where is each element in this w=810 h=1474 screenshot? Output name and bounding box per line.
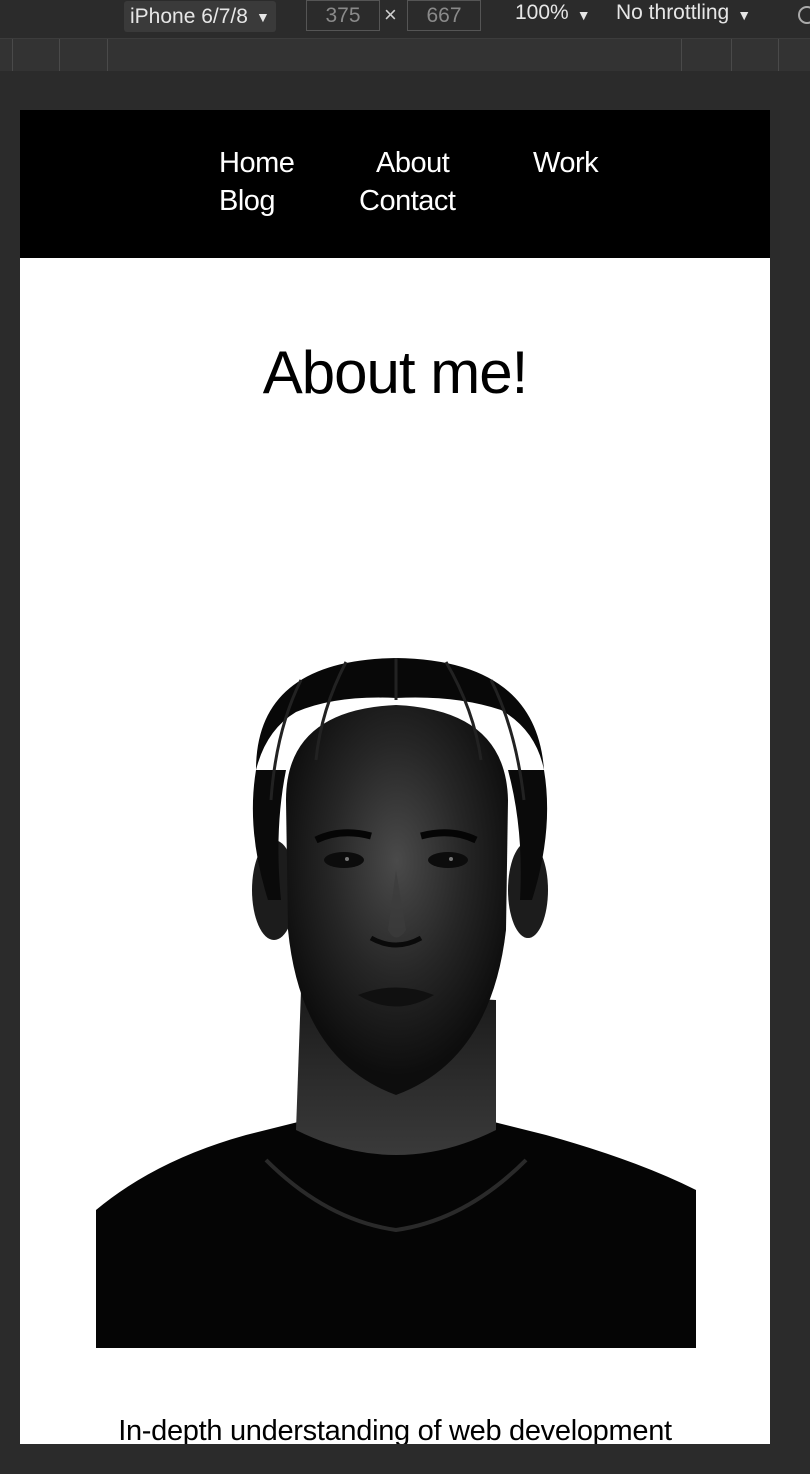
zoom-value: 100% (515, 1, 569, 24)
dimension-separator: × (384, 2, 397, 27)
ruler-segment[interactable] (778, 39, 779, 71)
ruler-segment[interactable] (681, 39, 682, 71)
device-viewport: Home About Work Blog Contact About me! I… (20, 110, 770, 1444)
devtools-device-toolbar: iPhone 6/7/8 ▼ × 100% ▼ No throttling ▼ (0, 0, 810, 39)
nav-link-blog[interactable]: Blog (219, 185, 276, 218)
nav-link-contact[interactable]: Contact (359, 185, 456, 218)
chevron-down-icon: ▼ (576, 7, 591, 23)
ruler-segment[interactable] (12, 39, 13, 71)
throttling-value: No throttling (616, 1, 730, 24)
ruler-segment[interactable] (731, 39, 732, 71)
nav-link-work[interactable]: Work (533, 147, 599, 180)
chevron-down-icon: ▼ (255, 8, 270, 25)
page-title: About me! (262, 339, 529, 406)
ruler-segment[interactable] (107, 39, 108, 71)
media-query-ruler[interactable] (0, 39, 810, 71)
portrait-image (96, 600, 696, 1348)
zoom-select[interactable]: 100% ▼ (515, 1, 591, 29)
device-select[interactable]: iPhone 6/7/8 ▼ (124, 1, 276, 32)
intro-text: In-depth understanding of web developmen… (118, 1415, 672, 1444)
width-input[interactable] (306, 0, 380, 31)
chevron-down-icon: ▼ (737, 7, 752, 23)
throttling-select[interactable]: No throttling ▼ (616, 1, 751, 29)
device-name: iPhone 6/7/8 (130, 4, 248, 28)
portrait-photo (96, 658, 696, 1348)
site-nav: Home About Work Blog Contact (20, 110, 770, 258)
nav-link-about[interactable]: About (376, 147, 450, 180)
ruler-segment[interactable] (59, 39, 60, 71)
rotate-icon[interactable] (798, 6, 810, 24)
height-input[interactable] (407, 0, 481, 31)
nav-link-home[interactable]: Home (219, 147, 295, 180)
